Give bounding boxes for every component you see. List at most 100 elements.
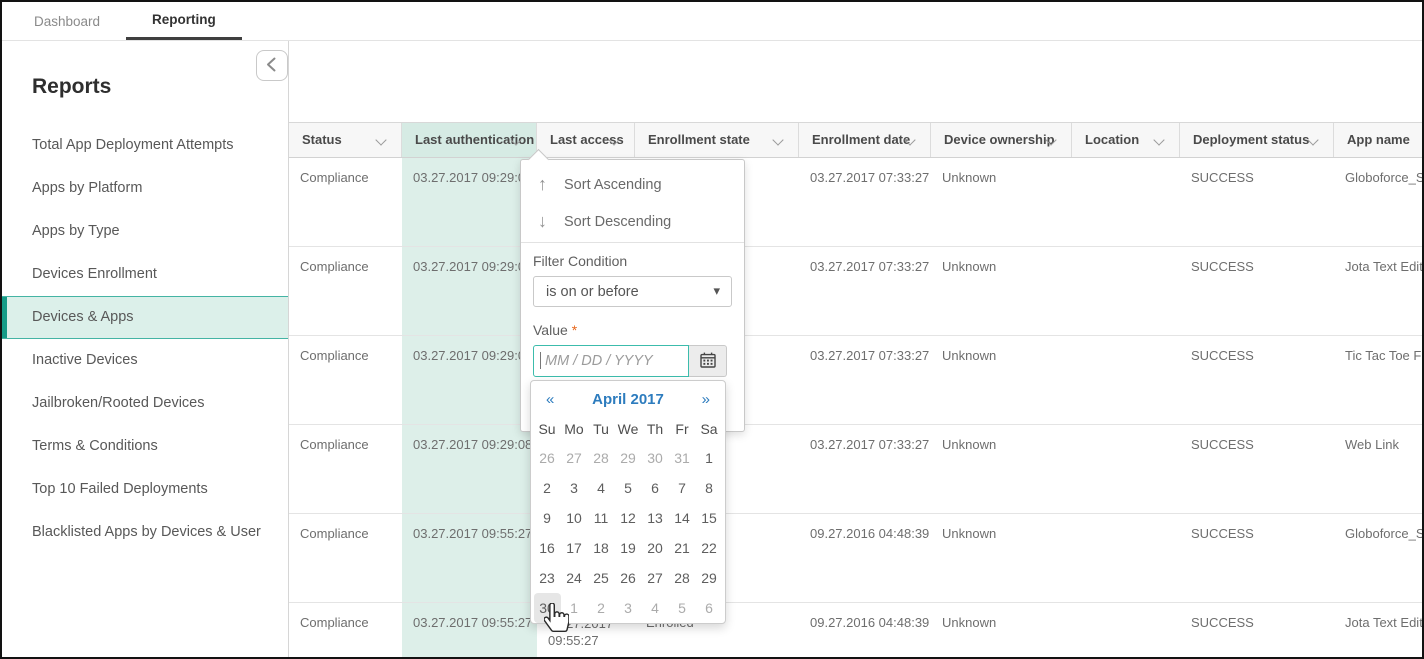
- calendar-day[interactable]: 9: [534, 503, 561, 533]
- calendar-day[interactable]: 20: [642, 533, 669, 563]
- calendar-day[interactable]: 29: [696, 563, 723, 593]
- cell-status: Compliance: [289, 514, 402, 602]
- column-header-app_name[interactable]: App name: [1334, 123, 1422, 157]
- calendar-day[interactable]: 15: [696, 503, 723, 533]
- cell-app_name: Globoforce_SA: [1334, 158, 1422, 246]
- calendar-day[interactable]: 5: [615, 473, 642, 503]
- calendar-day[interactable]: 5: [669, 593, 696, 623]
- date-value-input[interactable]: [533, 345, 689, 377]
- cell-status: Compliance: [289, 247, 402, 335]
- calendar-day[interactable]: 18: [588, 533, 615, 563]
- sidebar-item-devices-enrollment[interactable]: Devices Enrollment: [2, 253, 288, 296]
- cell-deployment_status: SUCCESS: [1180, 514, 1334, 602]
- calendar-day[interactable]: 6: [642, 473, 669, 503]
- column-header-last_authentication[interactable]: Last authentication: [402, 123, 537, 157]
- calendar-day-name: We: [615, 415, 642, 443]
- column-header-label: Enrollment state: [648, 132, 750, 147]
- cell-app_name: Jota Text Editor: [1334, 603, 1422, 657]
- sidebar-item-jailbroken-rooted-devices[interactable]: Jailbroken/Rooted Devices: [2, 382, 288, 425]
- tab-reporting[interactable]: Reporting: [126, 2, 242, 40]
- calendar-prev-button[interactable]: «: [546, 391, 554, 408]
- calendar-day[interactable]: 27: [561, 443, 588, 473]
- calendar-day[interactable]: 3: [615, 593, 642, 623]
- calendar-day[interactable]: 4: [642, 593, 669, 623]
- column-header-deployment_status[interactable]: Deployment status: [1180, 123, 1334, 157]
- cell-last_authentication: 03.27.2017 09:29:0: [402, 158, 537, 246]
- filter-condition-select[interactable]: is on or before ▾: [533, 276, 732, 307]
- calendar-day[interactable]: 2: [588, 593, 615, 623]
- calendar-day[interactable]: 23: [534, 563, 561, 593]
- sort-menu: ↑ Sort Ascending ↓ Sort Descending: [521, 160, 744, 240]
- calendar-picker-button[interactable]: [689, 345, 727, 377]
- calendar-day[interactable]: 22: [696, 533, 723, 563]
- calendar-day[interactable]: 21: [669, 533, 696, 563]
- chevron-down-icon[interactable]: [772, 134, 783, 145]
- column-header-label: App name: [1347, 132, 1410, 147]
- sidebar-item-inactive-devices[interactable]: Inactive Devices: [2, 339, 288, 382]
- calendar-day[interactable]: 24: [561, 563, 588, 593]
- calendar-day-name: Mo: [561, 415, 588, 443]
- table-row: Compliance03.27.2017 09:29:003.27.2017 0…: [289, 336, 1422, 425]
- calendar-day[interactable]: 13: [642, 503, 669, 533]
- calendar-day[interactable]: 2: [534, 473, 561, 503]
- sidebar-item-total-app-deployment-attempts[interactable]: Total App Deployment Attempts: [2, 124, 288, 167]
- chevron-down-icon[interactable]: [1153, 134, 1164, 145]
- cell-last_authentication: 03.27.2017 09:29:08: [402, 425, 537, 513]
- sidebar-item-top-10-failed-deployments[interactable]: Top 10 Failed Deployments: [2, 468, 288, 511]
- calendar-day[interactable]: 19: [615, 533, 642, 563]
- calendar-day[interactable]: 31: [669, 443, 696, 473]
- column-header-location[interactable]: Location: [1072, 123, 1180, 157]
- sidebar-item-blacklisted-apps-by-devices-user[interactable]: Blacklisted Apps by Devices & User: [2, 511, 288, 554]
- calendar-day[interactable]: 26: [615, 563, 642, 593]
- tab-dashboard[interactable]: Dashboard: [8, 2, 126, 40]
- calendar-day[interactable]: 29: [615, 443, 642, 473]
- column-header-status[interactable]: Status: [289, 123, 402, 157]
- calendar-day[interactable]: 8: [696, 473, 723, 503]
- calendar-day[interactable]: 17: [561, 533, 588, 563]
- calendar-day[interactable]: 14: [669, 503, 696, 533]
- sidebar-collapse-button[interactable]: [256, 50, 288, 81]
- column-header-enrollment_state[interactable]: Enrollment state: [635, 123, 799, 157]
- calendar-next-button[interactable]: »: [702, 391, 710, 408]
- text-cursor: [540, 352, 541, 369]
- calendar-day[interactable]: 6: [696, 593, 723, 623]
- sidebar-item-apps-by-platform[interactable]: Apps by Platform: [2, 167, 288, 210]
- cell-enrollment_date: 03.27.2017 07:33:27: [799, 425, 931, 513]
- column-header-last_access[interactable]: Last access: [537, 123, 635, 157]
- calendar-day[interactable]: 1: [696, 443, 723, 473]
- table-row: Compliance03.27.2017 09:55:2703.27.2017 …: [289, 603, 1422, 657]
- calendar-day[interactable]: 28: [669, 563, 696, 593]
- table-header-row: StatusLast authenticationLast access Enro…: [289, 122, 1422, 158]
- sidebar-item-devices-apps[interactable]: Devices & Apps: [2, 296, 288, 339]
- calendar-day[interactable]: 10: [561, 503, 588, 533]
- sidebar-item-apps-by-type[interactable]: Apps by Type: [2, 210, 288, 253]
- calendar-month-title[interactable]: April 2017: [592, 391, 664, 408]
- sidebar-item-terms-conditions[interactable]: Terms & Conditions: [2, 425, 288, 468]
- calendar-day[interactable]: 11: [588, 503, 615, 533]
- sort-ascending-label: Sort Ascending: [564, 177, 662, 193]
- menu-item-sort-ascending[interactable]: ↑ Sort Ascending: [521, 166, 744, 203]
- arrow-up-icon: ↑: [538, 174, 564, 195]
- cell-app_name: Jota Text Editor: [1334, 247, 1422, 335]
- calendar-day[interactable]: 16: [534, 533, 561, 563]
- chevron-down-icon[interactable]: [375, 134, 386, 145]
- calendar-day[interactable]: 28: [588, 443, 615, 473]
- cell-status: Compliance: [289, 603, 402, 657]
- menu-item-sort-descending[interactable]: ↓ Sort Descending: [521, 203, 744, 240]
- calendar-day[interactable]: 4: [588, 473, 615, 503]
- cell-enrollment_date: 09.27.2016 04:48:39: [799, 514, 931, 602]
- calendar-day[interactable]: 12: [615, 503, 642, 533]
- calendar-day[interactable]: 3: [561, 473, 588, 503]
- column-header-device_ownership[interactable]: Device ownership: [931, 123, 1072, 157]
- calendar-day-name: Fr: [669, 415, 696, 443]
- calendar-day[interactable]: 30: [642, 443, 669, 473]
- calendar-day[interactable]: 25: [588, 563, 615, 593]
- table-row: Compliance03.27.2017 09:29:0803.27.2017 …: [289, 425, 1422, 514]
- cell-status: Compliance: [289, 158, 402, 246]
- calendar-day[interactable]: 26: [534, 443, 561, 473]
- column-header-enrollment_date[interactable]: Enrollment date: [799, 123, 931, 157]
- calendar-day[interactable]: 27: [642, 563, 669, 593]
- calendar-day[interactable]: 7: [669, 473, 696, 503]
- cell-app_name: Tic Tac Toe Free: [1334, 336, 1422, 424]
- cell-enrollment_date: 03.27.2017 07:33:27: [799, 158, 931, 246]
